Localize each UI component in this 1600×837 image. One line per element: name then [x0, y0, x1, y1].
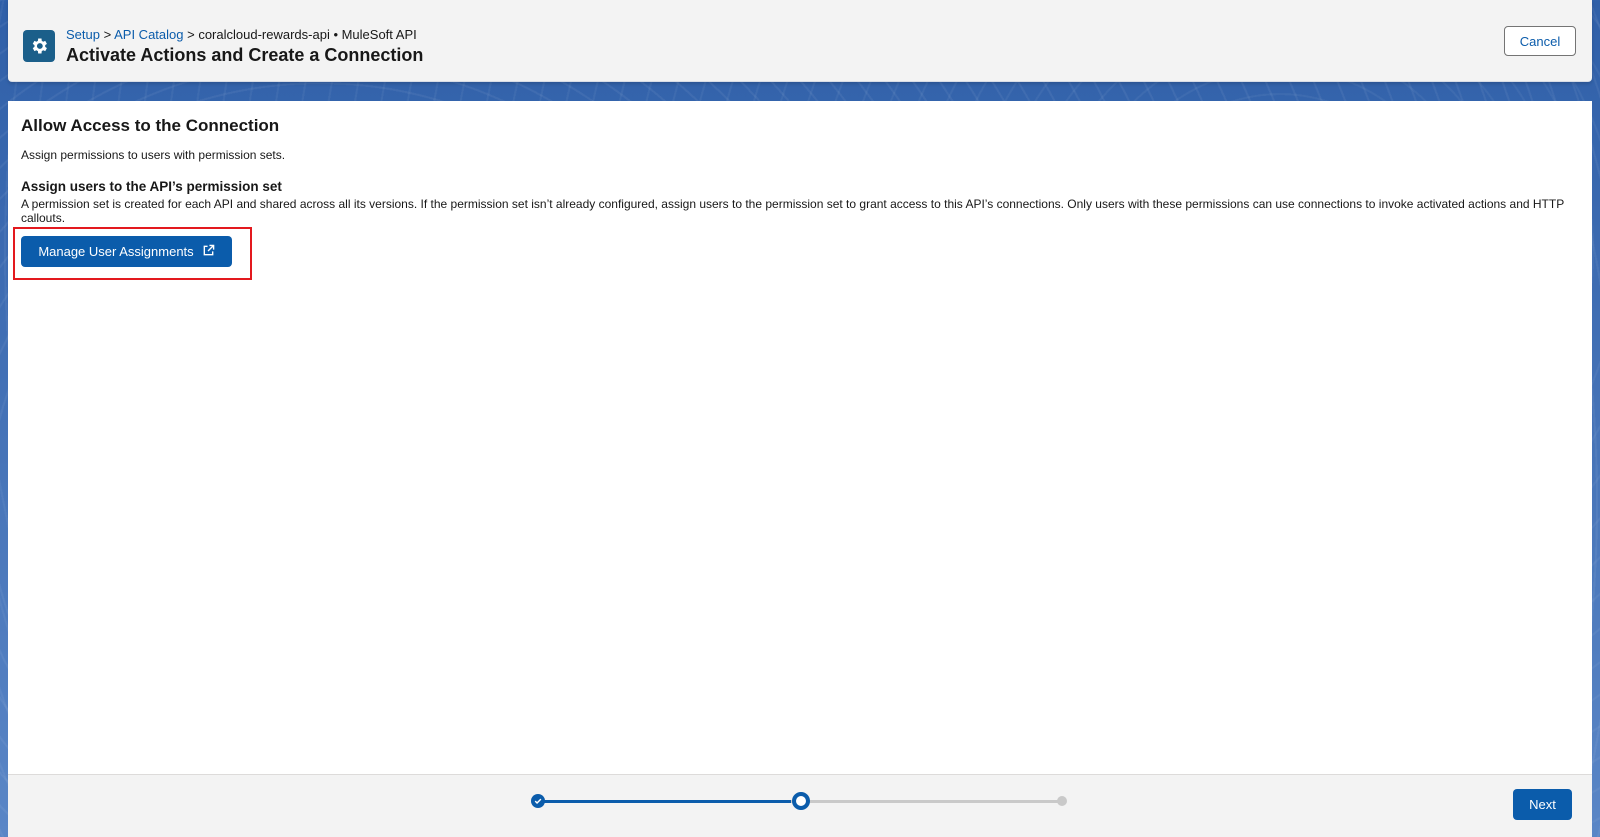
- check-icon: [534, 798, 542, 805]
- main-content: Allow Access to the Connection Assign pe…: [8, 101, 1592, 774]
- manage-user-assignments-button[interactable]: Manage User Assignments: [21, 236, 232, 267]
- section-description: Assign permissions to users with permiss…: [21, 148, 286, 162]
- progress-track-complete: [539, 800, 791, 803]
- gear-icon: [23, 30, 55, 62]
- permission-set-description: A permission set is created for each API…: [21, 197, 1564, 225]
- progress-step-3-upcoming[interactable]: [1057, 796, 1067, 806]
- progress-track-remaining: [791, 800, 1061, 803]
- progress-step-1-complete[interactable]: [531, 794, 545, 808]
- breadcrumb: Setup > API Catalog > coralcloud-rewards…: [66, 27, 417, 42]
- section-title: Allow Access to the Connection: [21, 116, 280, 135]
- breadcrumb-api-catalog-link[interactable]: API Catalog: [114, 27, 183, 42]
- breadcrumb-setup-link[interactable]: Setup: [66, 27, 100, 42]
- permission-set-heading: Assign users to the API’s permission set: [21, 179, 282, 194]
- next-button[interactable]: Next: [1513, 789, 1572, 820]
- breadcrumb-separator: >: [103, 27, 112, 42]
- external-link-icon: [202, 244, 215, 260]
- progress-step-2-active[interactable]: [792, 792, 810, 810]
- progress-indicator: [528, 791, 1088, 811]
- breadcrumb-separator: >: [187, 27, 195, 42]
- page-title: Activate Actions and Create a Connection: [66, 45, 424, 65]
- breadcrumb-current-api: coralcloud-rewards-api • MuleSoft API: [198, 27, 417, 42]
- manage-user-assignments-label: Manage User Assignments: [38, 244, 194, 259]
- cancel-button[interactable]: Cancel: [1504, 26, 1576, 56]
- page-footer: Next: [8, 774, 1592, 837]
- page-header: Setup > API Catalog > coralcloud-rewards…: [8, 0, 1592, 82]
